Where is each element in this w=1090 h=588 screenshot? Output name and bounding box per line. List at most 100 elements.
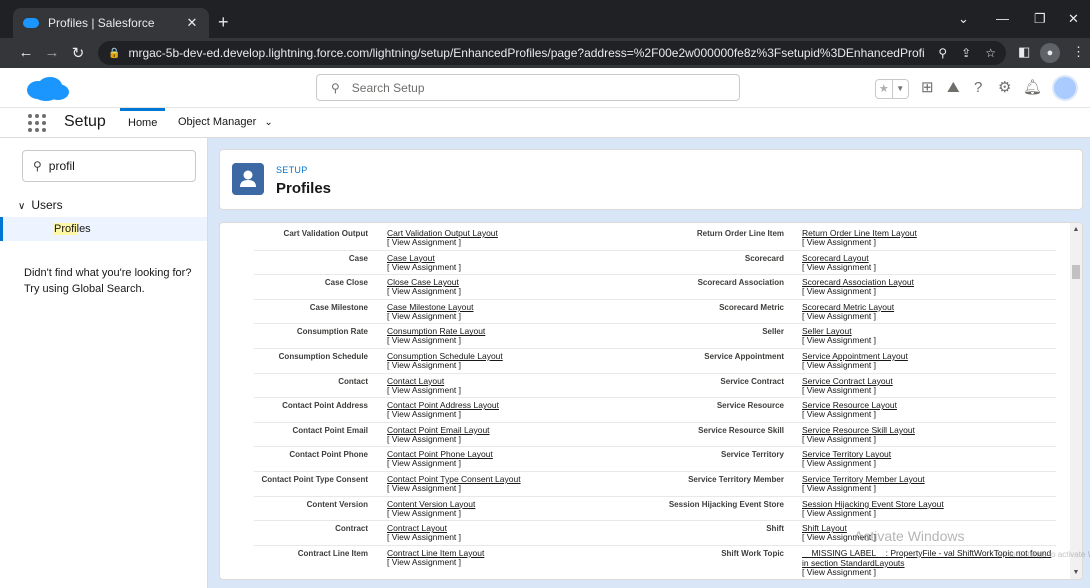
row-divider (254, 421, 1056, 423)
view-assignment-link[interactable]: [ View Assignment ] (387, 532, 461, 542)
page-eyebrow: SETUP (276, 165, 308, 175)
view-assignment-link[interactable]: [ View Assignment ] (387, 508, 461, 518)
view-assignment-link[interactable]: [ View Assignment ] (802, 262, 876, 272)
view-assignment-link[interactable]: [ View Assignment ] (802, 434, 876, 444)
browser-profile-icon[interactable]: ● (1040, 43, 1060, 63)
search-setup-input[interactable]: ⚲ Search Setup (316, 74, 740, 101)
row-divider (254, 471, 1056, 472)
browser-tab[interactable]: Profiles | Salesforce ✕ (13, 8, 209, 38)
trailhead-icon[interactable]: ⛰ (947, 80, 960, 96)
url-field[interactable]: 🔒 mrgac-5b-dev-ed.develop.lightning.forc… (98, 41, 1006, 65)
view-assignment-link[interactable]: [ View Assignment ] (802, 335, 876, 345)
app-launcher-icon[interactable] (28, 114, 46, 132)
row-divider (254, 495, 1056, 497)
sidebar-group-users[interactable]: ∨ Users (18, 198, 63, 212)
view-assignment-link[interactable]: [ View Assignment ] (387, 483, 461, 493)
reload-icon[interactable]: ↻ (64, 44, 92, 62)
row-divider (254, 446, 1056, 448)
minimize-icon[interactable]: — (996, 11, 1009, 26)
global-search-hint: Try using Global Search. (24, 283, 145, 295)
tab-search-icon[interactable]: ⌄ (958, 11, 969, 27)
window-close-icon[interactable]: ✕ (1068, 11, 1079, 27)
chevron-down-icon: ∨ (18, 201, 26, 212)
help-icon[interactable]: ? (974, 80, 982, 96)
search-icon: ⚲ (331, 80, 340, 95)
zoom-icon[interactable]: ⚲ (938, 46, 947, 60)
view-assignment-link[interactable]: [ View Assignment ] (387, 335, 461, 345)
app-name: Setup (64, 113, 106, 130)
tab-object-manager[interactable]: Object Manager ⌄ (170, 108, 281, 138)
view-assignment-link[interactable]: [ View Assignment ] (802, 360, 876, 370)
scrollbar[interactable]: ▲ ▼ (1070, 223, 1082, 579)
object-label: Contact Point Address (282, 401, 368, 411)
user-avatar[interactable] (1052, 75, 1078, 101)
sidepanel-icon[interactable]: ◧ (1018, 44, 1030, 60)
view-assignment-link[interactable]: [ View Assignment ] (387, 409, 461, 419)
view-assignment-link[interactable]: [ View Assignment ] (387, 262, 461, 272)
forward-icon[interactable]: → (38, 44, 66, 61)
row-divider (254, 372, 1056, 374)
object-label: Return Order Line Item (696, 229, 784, 238)
salesforce-logo-icon[interactable] (24, 77, 70, 101)
favorites-star-icon[interactable]: ★ (876, 80, 892, 98)
view-assignment-link[interactable]: [ View Assignment ] (387, 385, 461, 395)
view-assignment-link[interactable]: [ View Assignment ] (802, 409, 876, 419)
view-assignment-link[interactable]: [ View Assignment ] (802, 385, 876, 395)
notifications-bell-icon[interactable]: 🔔︎ (1023, 80, 1042, 96)
favorites-group[interactable]: ★ ▼ (875, 79, 909, 99)
bookmark-star-icon[interactable]: ☆ (985, 46, 996, 60)
view-assignment-link[interactable]: [ View Assignment ] (802, 311, 876, 321)
row-divider (254, 348, 1056, 349)
object-label: Seller (762, 327, 784, 337)
object-label: Contact Point Email (292, 425, 368, 435)
scrollbar-thumb[interactable] (1072, 265, 1080, 279)
view-assignment-link[interactable]: [ View Assignment ] (387, 557, 461, 567)
object-label: Contract (335, 524, 368, 534)
tab-home[interactable]: Home (120, 108, 166, 138)
restore-icon[interactable]: ❐ (1034, 11, 1046, 27)
scroll-down-icon[interactable]: ▼ (1070, 569, 1082, 576)
global-actions-icon[interactable]: ⊞ (921, 80, 934, 96)
setup-sidebar: ⚲ profil ∨ Users Profiles Didn't find wha… (0, 138, 208, 588)
object-label: Contact Point Type Consent (261, 475, 368, 484)
object-label: Consumption Rate (296, 327, 368, 337)
share-icon[interactable]: ⇪ (961, 46, 971, 60)
view-assignment-link[interactable]: [ View Assignment ] (387, 434, 461, 444)
scroll-up-icon[interactable]: ▲ (1070, 226, 1082, 233)
not-found-message: Didn't find what you're looking for? Try… (24, 265, 204, 297)
view-assignment-link[interactable]: [ View Assignment ] (802, 458, 876, 468)
row-divider (254, 323, 1056, 325)
chevron-down-icon[interactable]: ⌄ (264, 117, 272, 128)
view-assignment-link[interactable]: [ View Assignment ] (802, 508, 876, 518)
view-assignment-link[interactable]: [ View Assignment ] (802, 483, 876, 493)
search-icon: ⚲ (33, 159, 42, 173)
browser-menu-icon[interactable]: ⋮ (1072, 44, 1085, 60)
sidebar-item-label-rest: les (76, 223, 91, 235)
favorites-dropdown-icon[interactable]: ▼ (891, 80, 909, 98)
new-tab-button[interactable]: + (218, 13, 229, 31)
view-assignment-link[interactable]: [ View Assignment ] (387, 311, 461, 321)
quick-find-input[interactable]: ⚲ profil (22, 150, 196, 182)
back-icon[interactable]: ← (12, 44, 40, 61)
view-assignment-link[interactable]: [ View Assignment ] (387, 360, 461, 370)
sidebar-item-profiles[interactable]: Profiles (0, 217, 207, 241)
row-divider (254, 249, 1056, 251)
setup-gear-icon[interactable]: ⚙ (998, 80, 1011, 96)
salesforce-favicon-icon (23, 18, 39, 28)
object-label: Shift (766, 524, 784, 534)
view-assignment-link[interactable]: [ View Assignment ] (802, 567, 876, 577)
view-assignment-link[interactable]: [ View Assignment ] (802, 237, 876, 247)
not-found-line: Didn't find what you're looking for? (24, 267, 192, 279)
object-label: Case Milestone (309, 302, 368, 312)
object-label: Service Territory Member (688, 475, 784, 484)
lock-icon: 🔒 (108, 47, 121, 59)
view-assignment-link[interactable]: [ View Assignment ] (387, 458, 461, 468)
view-assignment-link[interactable]: [ View Assignment ] (387, 237, 461, 247)
row-divider (254, 544, 1056, 546)
close-tab-icon[interactable]: ✕ (185, 15, 199, 31)
view-assignment-link[interactable]: [ View Assignment ] (802, 286, 876, 296)
page-layout-assignments: Cart Validation Output Cart Validation Ou… (219, 222, 1083, 580)
view-assignment-link[interactable]: [ View Assignment ] (387, 286, 461, 296)
row-divider (254, 298, 1056, 300)
sidebar-group-label: Users (31, 198, 63, 212)
